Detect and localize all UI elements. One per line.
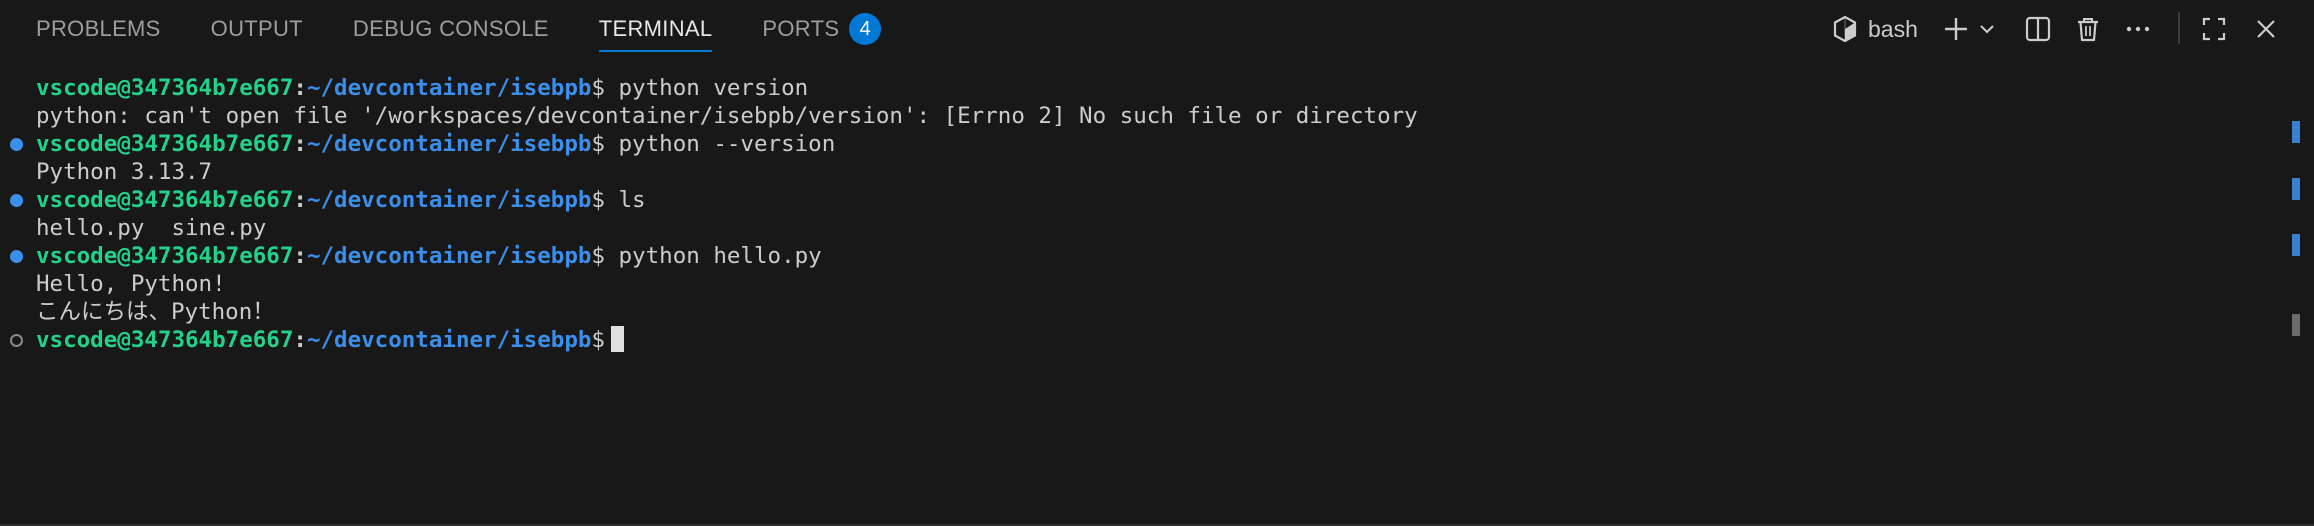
terminal-profile-icon — [1830, 14, 1860, 44]
terminal-line: vscode@347364b7e667:~/devcontainer/isebp… — [0, 74, 2270, 102]
terminal-profile-button[interactable]: bash — [1830, 11, 1918, 47]
terminal-line: Hello, Python! — [0, 270, 2270, 298]
maximize-icon — [2200, 15, 2228, 43]
prompt-path: ~/devcontainer/isebpb — [306, 243, 592, 269]
overview-ruler[interactable] — [2284, 74, 2314, 526]
command-text: ls — [604, 187, 646, 213]
terminal-output[interactable]: vscode@347364b7e667:~/devcontainer/isebp… — [0, 74, 2270, 514]
panel-tabs: PROBLEMS OUTPUT DEBUG CONSOLE TERMINAL P… — [36, 0, 931, 58]
tab-output-label: OUTPUT — [210, 16, 303, 41]
terminal-line: vscode@347364b7e667:~/devcontainer/isebp… — [0, 130, 2270, 158]
output-text: こんにちは、Python！ — [36, 299, 275, 325]
prompt-user: vscode@347364b7e667 — [36, 327, 294, 353]
kill-terminal-button[interactable] — [2070, 11, 2106, 47]
prompt-dollar: $ — [591, 187, 605, 213]
prompt-dollar: $ — [591, 243, 605, 269]
prompt-dollar: $ — [591, 327, 605, 353]
trash-icon — [2074, 15, 2102, 43]
tab-ports[interactable]: PORTS 4 — [762, 0, 882, 58]
prompt-user: vscode@347364b7e667 — [36, 243, 294, 269]
output-text: Hello, Python! — [36, 271, 226, 297]
command-text: python version — [604, 75, 809, 101]
ruler-mark — [2292, 178, 2300, 200]
prompt-user: vscode@347364b7e667 — [36, 131, 294, 157]
terminal-shell-label: bash — [1868, 15, 1918, 42]
tab-problems-label: PROBLEMS — [36, 16, 161, 41]
tab-terminal[interactable]: TERMINAL — [598, 0, 713, 58]
new-terminal-button[interactable] — [1938, 11, 1974, 47]
actions-divider — [2178, 12, 2180, 44]
terminal-line: vscode@347364b7e667:~/devcontainer/isebp… — [0, 326, 2270, 354]
command-success-decoration[interactable] — [10, 250, 23, 263]
close-icon — [2252, 15, 2280, 43]
ruler-mark-scroll — [2292, 314, 2300, 336]
prompt-separator: : — [293, 243, 307, 269]
prompt-dollar: $ — [591, 75, 605, 101]
split-terminal-button[interactable] — [2020, 11, 2056, 47]
command-text: python hello.py — [604, 243, 822, 269]
prompt-separator: : — [293, 75, 307, 101]
output-text: Python 3.13.7 — [36, 159, 213, 185]
chevron-down-icon — [1978, 20, 1996, 38]
ruler-mark — [2292, 121, 2300, 143]
terminal-line: こんにちは、Python！ — [0, 298, 2270, 326]
tab-output[interactable]: OUTPUT — [211, 0, 303, 58]
prompt-separator: : — [293, 327, 307, 353]
maximize-panel-button[interactable] — [2196, 11, 2232, 47]
tab-ports-label: PORTS — [762, 16, 840, 41]
command-success-decoration[interactable] — [10, 138, 23, 151]
prompt-separator: : — [293, 131, 307, 157]
more-actions-icon — [2124, 15, 2152, 43]
output-text: python: can't open file '/workspaces/dev… — [36, 103, 1418, 129]
close-panel-button[interactable] — [2248, 11, 2284, 47]
terminal-cursor — [610, 326, 624, 352]
terminal-actions: bash — [1830, 0, 2300, 58]
terminal-line: vscode@347364b7e667:~/devcontainer/isebp… — [0, 186, 2270, 214]
launch-profile-dropdown[interactable] — [1976, 11, 1998, 47]
terminal-line: Python 3.13.7 — [0, 158, 2270, 186]
tab-terminal-label: TERMINAL — [598, 16, 713, 41]
prompt-dollar: $ — [591, 131, 605, 157]
prompt-path: ~/devcontainer/isebpb — [306, 75, 592, 101]
terminal-line: python: can't open file '/workspaces/dev… — [0, 102, 2270, 130]
split-terminal-icon — [2024, 15, 2052, 43]
ruler-mark — [2292, 234, 2300, 256]
prompt-path: ~/devcontainer/isebpb — [306, 327, 592, 353]
prompt-path: ~/devcontainer/isebpb — [306, 187, 592, 213]
command-success-decoration[interactable] — [10, 194, 23, 207]
prompt-separator: : — [293, 187, 307, 213]
panel-header: PROBLEMS OUTPUT DEBUG CONSOLE TERMINAL P… — [0, 0, 2314, 58]
ports-count-badge: 4 — [849, 13, 882, 45]
tab-problems[interactable]: PROBLEMS — [36, 0, 161, 58]
tab-debug-console-label: DEBUG CONSOLE — [352, 16, 549, 41]
tab-debug-console[interactable]: DEBUG CONSOLE — [353, 0, 549, 58]
prompt-user: vscode@347364b7e667 — [36, 187, 294, 213]
plus-icon — [1942, 15, 1970, 43]
terminal-line: hello.py sine.py — [0, 214, 2270, 242]
prompt-path: ~/devcontainer/isebpb — [306, 131, 592, 157]
more-actions-button[interactable] — [2120, 11, 2156, 47]
prompt-user: vscode@347364b7e667 — [36, 75, 294, 101]
command-pending-decoration[interactable] — [10, 334, 23, 347]
terminal-line: vscode@347364b7e667:~/devcontainer/isebp… — [0, 242, 2270, 270]
output-text: hello.py sine.py — [36, 215, 267, 241]
command-text: python --version — [604, 131, 836, 157]
